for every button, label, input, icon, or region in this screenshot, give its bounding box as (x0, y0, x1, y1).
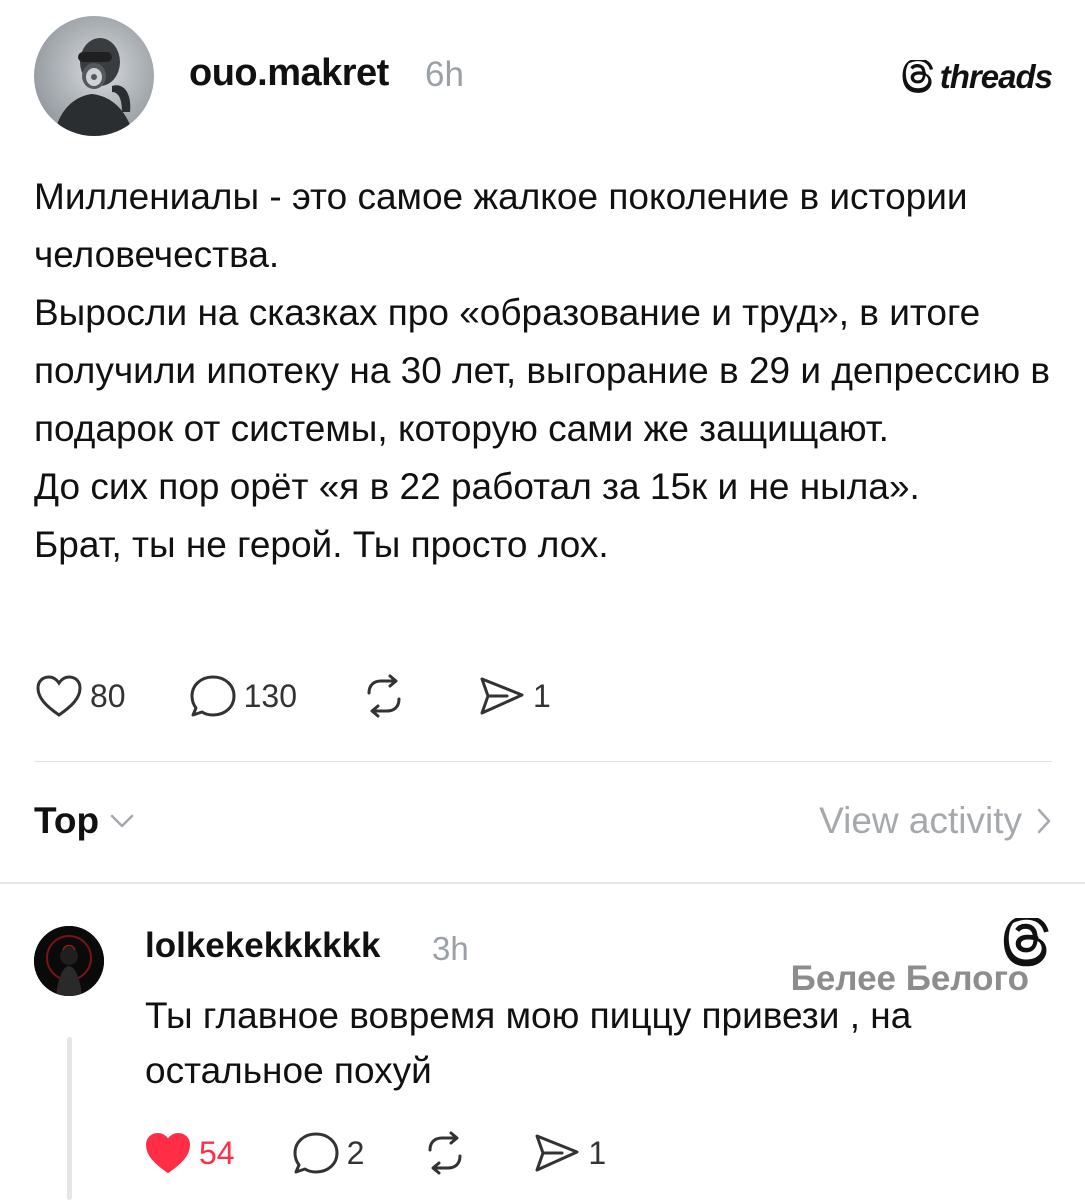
reply-like-button[interactable]: 54 (143, 1130, 235, 1176)
post-paragraph: Брат, ты не герой. Ты просто лох. (34, 524, 609, 565)
reply-comment-button[interactable]: 2 (291, 1129, 365, 1177)
sort-dropdown[interactable]: Top (34, 800, 135, 842)
reply-share-count: 1 (588, 1134, 607, 1171)
comment-count: 130 (243, 677, 297, 714)
reply-like-count: 54 (199, 1134, 235, 1171)
like-count: 80 (90, 677, 126, 714)
divider (34, 761, 1052, 762)
reply-repost-button[interactable] (420, 1130, 476, 1176)
reply-comment-count: 2 (346, 1134, 365, 1171)
view-activity-link[interactable]: View activity (819, 800, 1052, 842)
avatar-image (34, 926, 104, 996)
sort-label: Top (34, 800, 100, 841)
heart-filled-icon (145, 1132, 191, 1174)
reply-share-button[interactable]: 1 (532, 1130, 606, 1176)
comment-icon (293, 1132, 339, 1174)
share-icon (535, 1134, 579, 1172)
brand-name: threads (939, 58, 1053, 95)
reply-body: Ты главное вовремя мою пиццу привези , н… (145, 995, 912, 1091)
threads-brand: threads (902, 58, 1053, 96)
share-count: 1 (532, 677, 551, 714)
reply-author-avatar[interactable] (34, 926, 104, 996)
chevron-down-icon (110, 814, 134, 828)
post-timestamp: 6h (425, 55, 464, 94)
thread-connector-line (67, 1037, 72, 1200)
reply-username[interactable]: lolkekekkkkkk (145, 926, 380, 966)
threads-logo-icon (902, 60, 933, 93)
chevron-right-icon (1037, 808, 1051, 834)
author-avatar[interactable] (34, 16, 154, 136)
main-post: ouo.makret 6h threads Миллениалы - это с… (0, 0, 1085, 760)
avatar-image (54, 38, 134, 136)
heart-icon (36, 675, 82, 717)
comment-button[interactable]: 130 (188, 672, 297, 720)
replies-sort-bar: Top View activity (34, 796, 1052, 852)
share-button[interactable]: 1 (477, 673, 551, 719)
like-button[interactable]: 80 (34, 673, 126, 719)
repost-icon (428, 1131, 462, 1175)
post-paragraph: Выросли на сказках про «образование и тр… (34, 292, 1051, 449)
view-activity-label: View activity (819, 800, 1022, 841)
reply-action-bar: 54 2 1 (143, 1125, 662, 1181)
author-username[interactable]: ouo.makret (189, 52, 389, 95)
post-body: Миллениалы - это самое жалкое поколение … (34, 168, 1054, 574)
reply-timestamp: 3h (432, 930, 469, 967)
post-paragraph: Миллениалы - это самое жалкое поколение … (34, 176, 968, 275)
repost-icon (367, 674, 401, 718)
share-icon (480, 677, 524, 715)
comment-icon (190, 675, 236, 717)
post-paragraph: До сих пор орёт «я в 22 работал за 15к и… (34, 466, 920, 507)
section-divider (0, 882, 1085, 884)
post-action-bar: 80 130 1 (34, 668, 613, 724)
repost-button[interactable] (359, 673, 415, 719)
